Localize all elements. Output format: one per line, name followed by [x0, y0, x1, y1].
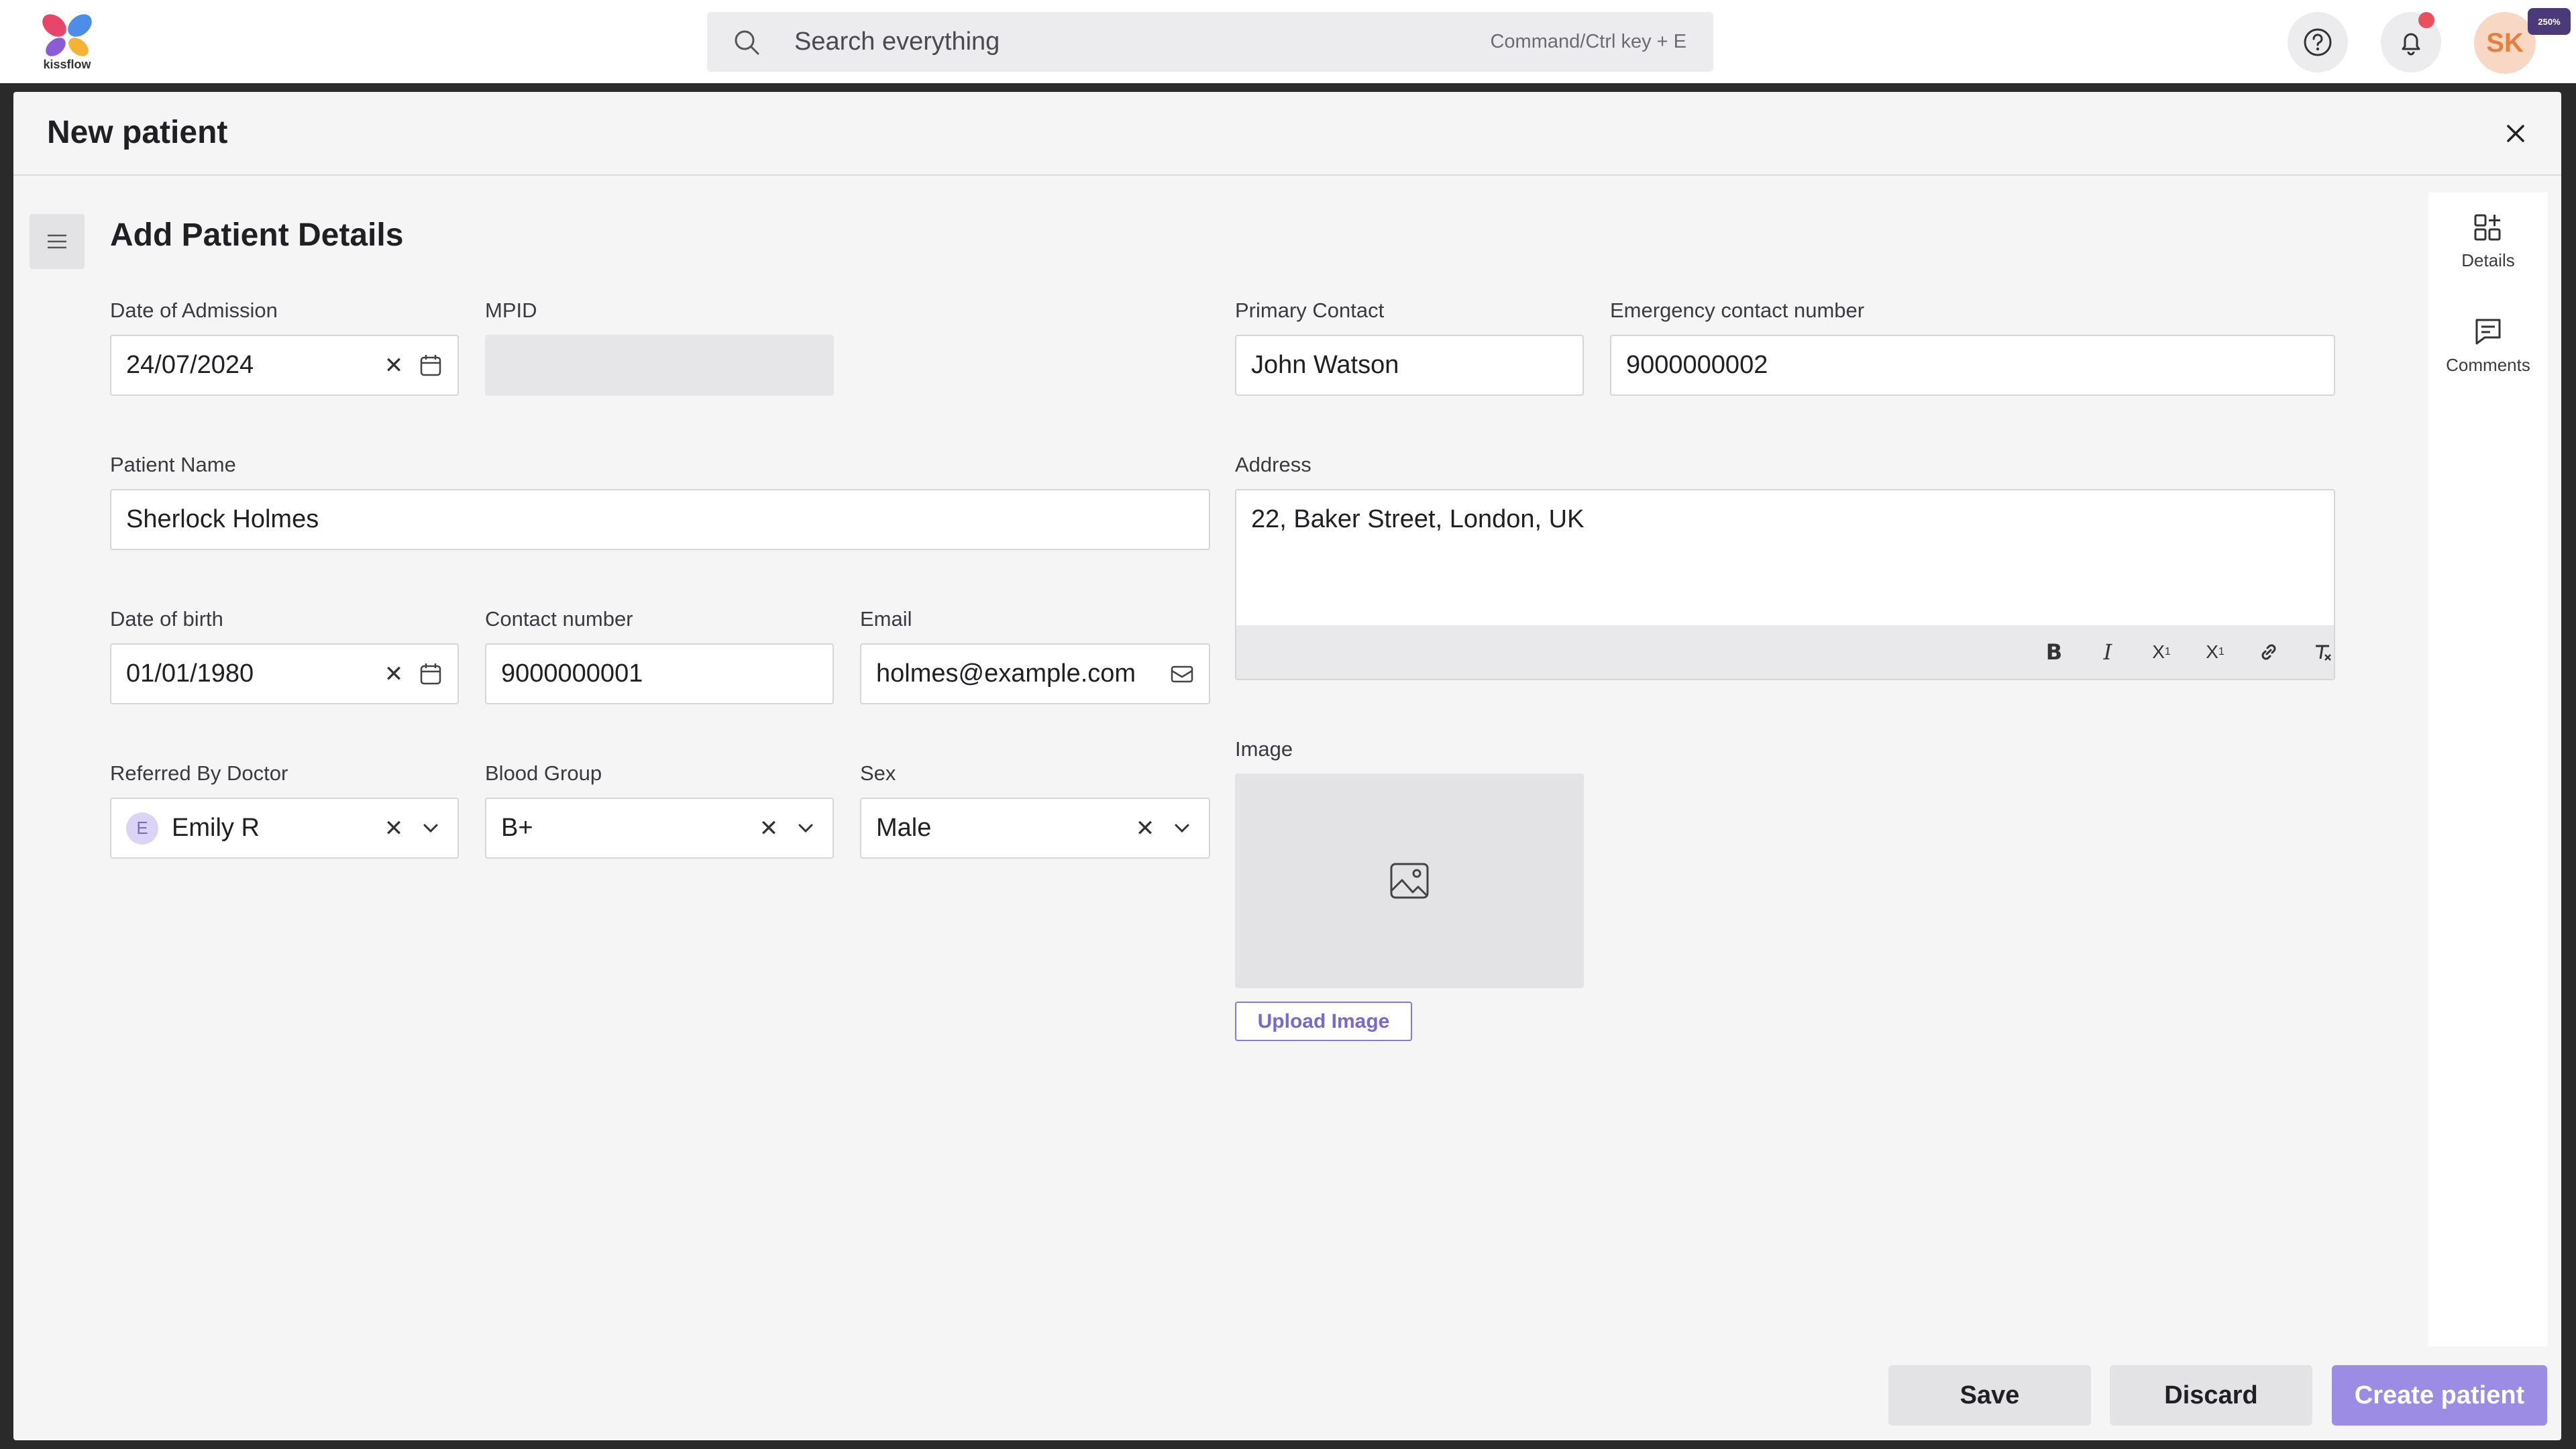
- modal-header: New patient: [13, 92, 2561, 176]
- discard-button[interactable]: Discard: [2110, 1365, 2312, 1426]
- address-label: Address: [1235, 453, 1311, 476]
- contact-number-value: 9000000001: [501, 659, 643, 688]
- search-icon: [735, 30, 759, 55]
- bold-icon[interactable]: B: [2037, 635, 2072, 669]
- primary-contact-label: Primary Contact: [1235, 299, 1385, 322]
- sex-label: Sex: [860, 761, 896, 785]
- user-avatar[interactable]: SK: [2474, 12, 2536, 74]
- new-patient-modal: New patient Add Patient Details Date of …: [13, 92, 2561, 1440]
- referred-by-dropdown[interactable]: E Emily R ✕: [110, 798, 459, 859]
- sex-dropdown[interactable]: Male ✕: [860, 798, 1210, 859]
- details-tab-label: Details: [2461, 250, 2515, 270]
- chevron-down-icon[interactable]: [791, 814, 820, 843]
- date-of-birth-label: Date of birth: [110, 607, 223, 631]
- create-patient-button[interactable]: Create patient: [2332, 1365, 2547, 1426]
- side-panel: Details Comments: [2428, 193, 2548, 1346]
- emergency-contact-value: 9000000002: [1626, 351, 1768, 379]
- primary-contact-field[interactable]: John Watson: [1235, 335, 1584, 396]
- date-of-admission-field[interactable]: 24/07/2024 ✕: [110, 335, 459, 396]
- doctor-avatar: E: [126, 812, 158, 845]
- zoom-badge: 250%: [2528, 8, 2571, 35]
- superscript-icon[interactable]: X1: [2198, 635, 2233, 669]
- hamburger-icon: [48, 234, 66, 249]
- address-editor[interactable]: 22, Baker Street, London, UK B I X1 X1: [1235, 489, 2335, 680]
- sex-value: Male: [876, 814, 932, 842]
- modal-title: New patient: [47, 115, 228, 150]
- search-shortcut-hint: Command/Ctrl key + E: [1490, 31, 1686, 52]
- patient-name-label: Patient Name: [110, 453, 236, 476]
- contact-number-field[interactable]: 9000000001: [485, 643, 834, 704]
- clear-icon[interactable]: ✕: [384, 815, 404, 842]
- referred-by-value: Emily R: [172, 814, 260, 842]
- clear-icon[interactable]: ✕: [1135, 815, 1155, 842]
- clear-icon[interactable]: ✕: [384, 352, 404, 379]
- clear-icon[interactable]: ✕: [759, 815, 779, 842]
- date-of-birth-value: 01/01/1980: [126, 659, 254, 688]
- notification-dot: [2418, 12, 2434, 28]
- patient-name-field[interactable]: Sherlock Holmes: [110, 489, 1210, 550]
- comment-icon: [2475, 319, 2501, 345]
- help-button[interactable]: [2288, 12, 2348, 72]
- emergency-contact-field[interactable]: 9000000002: [1610, 335, 2335, 396]
- logo-text: kissflow: [43, 58, 91, 71]
- widgets-icon: [2474, 214, 2501, 241]
- mail-icon: [1171, 665, 1193, 682]
- patient-name-value: Sherlock Holmes: [126, 505, 319, 533]
- blood-group-value: B+: [501, 814, 533, 842]
- date-of-admission-label: Date of Admission: [110, 299, 278, 322]
- date-of-birth-field[interactable]: 01/01/1980 ✕: [110, 643, 459, 704]
- save-button[interactable]: Save: [1888, 1365, 2091, 1426]
- bell-icon: [2402, 33, 2420, 56]
- global-search[interactable]: Command/Ctrl key + E: [707, 12, 1713, 72]
- chevron-down-icon[interactable]: [1167, 814, 1197, 843]
- section-menu-button[interactable]: [30, 214, 85, 269]
- calendar-icon[interactable]: [416, 351, 445, 380]
- primary-contact-value: John Watson: [1251, 351, 1399, 379]
- email-label: Email: [860, 607, 912, 631]
- blood-group-dropdown[interactable]: B+ ✕: [485, 798, 834, 859]
- close-icon[interactable]: [2500, 117, 2532, 150]
- chevron-down-icon[interactable]: [416, 814, 445, 843]
- search-input[interactable]: [794, 12, 1398, 72]
- clear-format-icon[interactable]: [2305, 635, 2334, 669]
- image-icon: [1390, 863, 1429, 899]
- subscript-icon[interactable]: X1: [2144, 635, 2179, 669]
- calendar-icon[interactable]: [416, 659, 445, 689]
- mpid-field: [485, 335, 834, 396]
- email-field[interactable]: holmes@example.com: [860, 643, 1210, 704]
- blood-group-label: Blood Group: [485, 761, 602, 785]
- help-icon: [2304, 28, 2332, 56]
- image-placeholder: [1235, 773, 1584, 988]
- comments-tab[interactable]: Comments: [2428, 313, 2548, 376]
- address-value[interactable]: 22, Baker Street, London, UK: [1251, 505, 1584, 534]
- rich-text-toolbar: B I X1 X1: [1236, 625, 2334, 679]
- comments-tab-label: Comments: [2446, 355, 2530, 375]
- date-of-admission-value: 24/07/2024: [126, 351, 254, 379]
- link-icon[interactable]: [2251, 635, 2286, 669]
- upload-image-button[interactable]: Upload Image: [1235, 1002, 1412, 1041]
- image-label: Image: [1235, 737, 1293, 761]
- details-tab[interactable]: Details: [2428, 209, 2548, 271]
- top-bar: kissflow Command/Ctrl key + E SK 250%: [0, 0, 2576, 83]
- email-value: holmes@example.com: [876, 659, 1136, 688]
- clear-icon[interactable]: ✕: [384, 661, 404, 688]
- contact-number-label: Contact number: [485, 607, 633, 631]
- referred-by-label: Referred By Doctor: [110, 761, 288, 785]
- mpid-label: MPID: [485, 299, 537, 322]
- emergency-contact-label: Emergency contact number: [1610, 299, 1865, 322]
- section-title: Add Patient Details: [110, 217, 404, 253]
- italic-icon[interactable]: I: [2090, 635, 2125, 669]
